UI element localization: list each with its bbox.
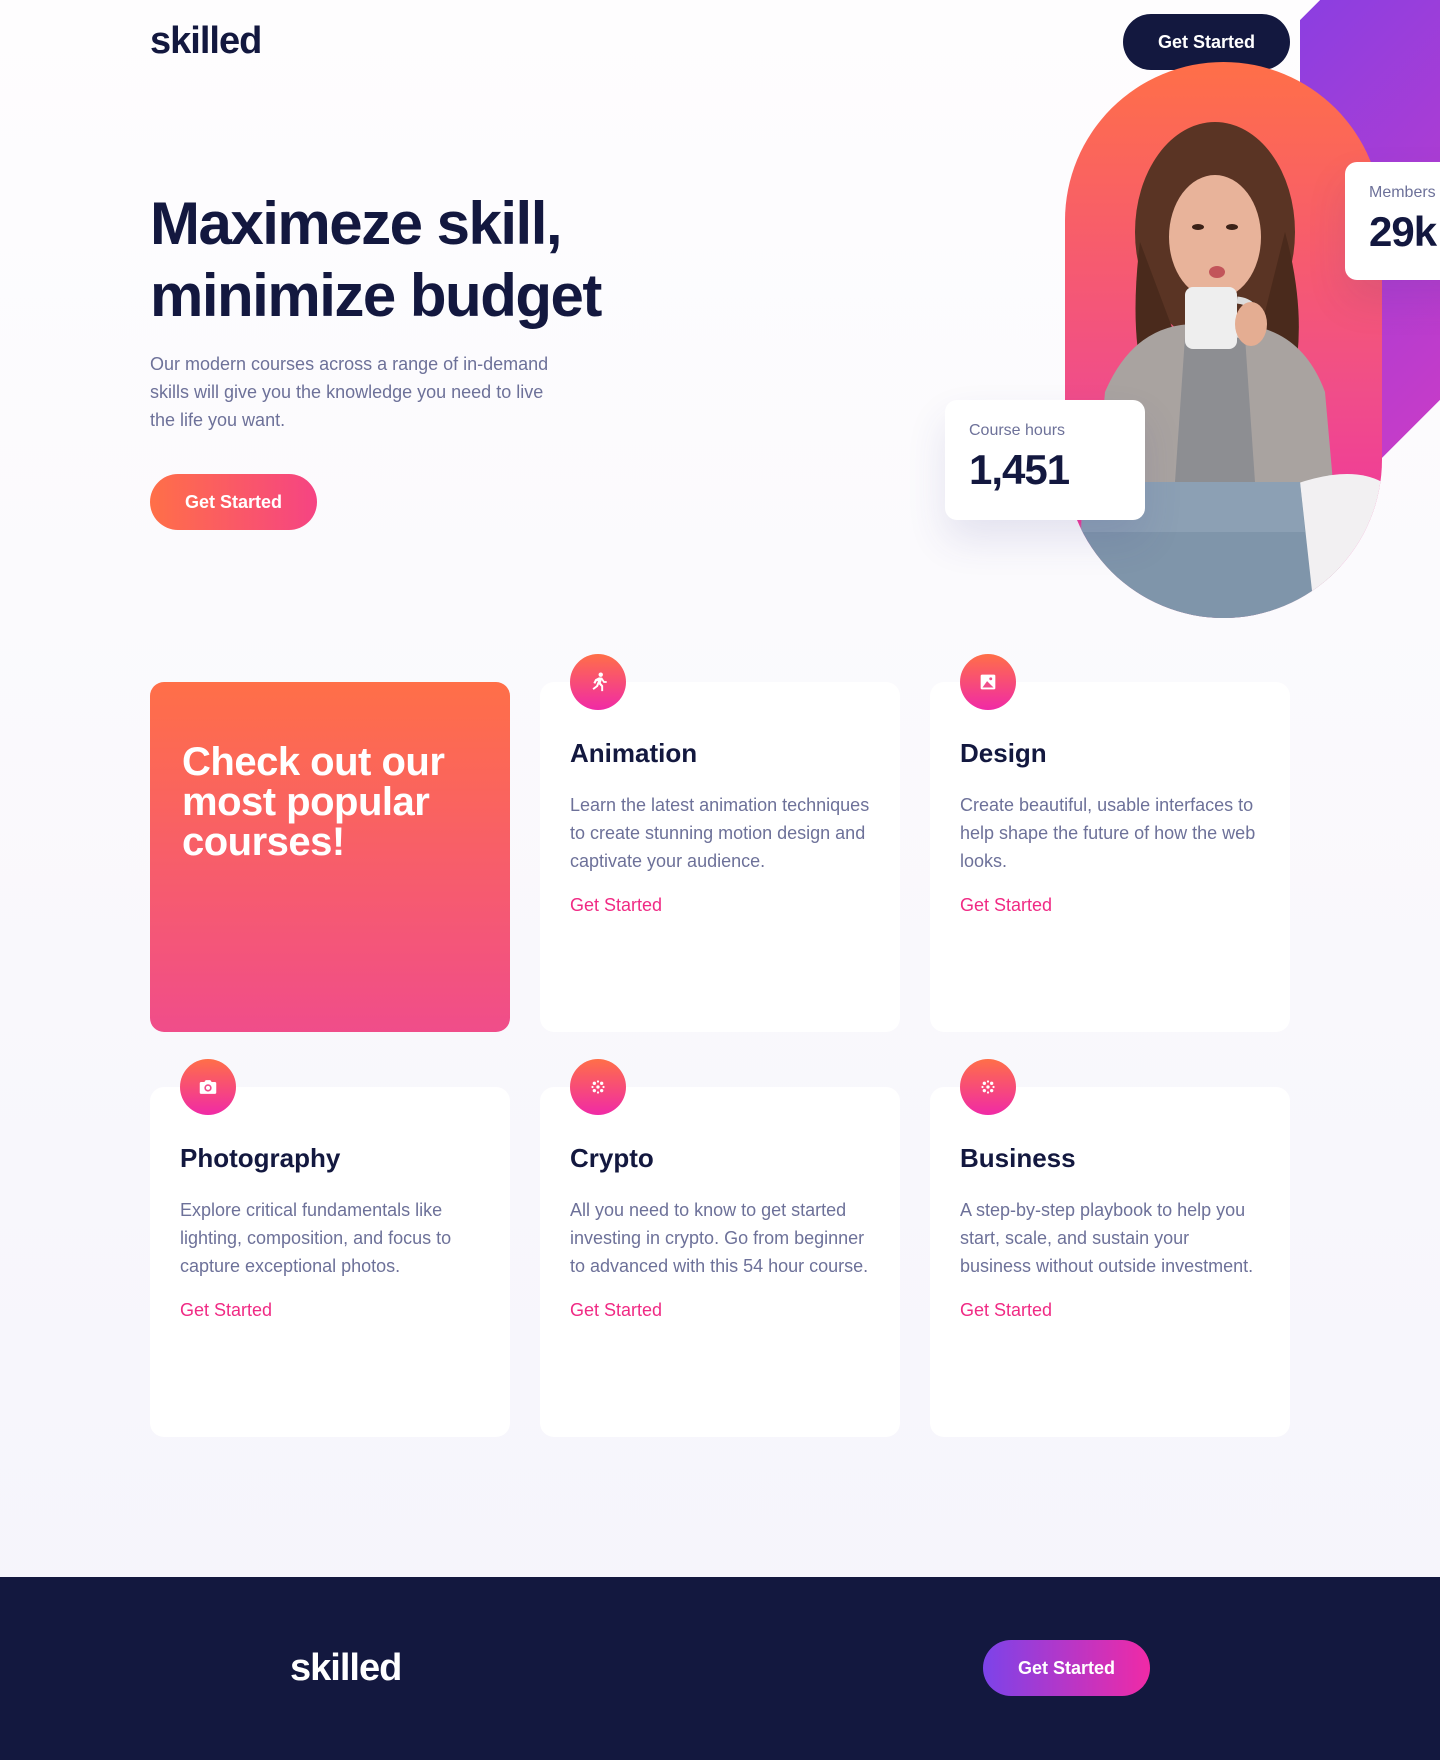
- popular-courses-feature-card: Check out our most popular courses!: [150, 682, 510, 1032]
- woman-drinking-coffee-image: [1075, 122, 1382, 618]
- hero-subtitle: Our modern courses across a range of in-…: [150, 354, 549, 430]
- course-get-started-link[interactable]: Get Started: [180, 1300, 272, 1320]
- camera-icon: [180, 1059, 236, 1115]
- popular-courses-heading: Check out our most popular courses!: [182, 740, 445, 864]
- course-title: Design: [960, 738, 1047, 768]
- course-card-animation: Animation Learn the latest animation tec…: [540, 654, 900, 1032]
- hero-title: Maximeze skill, minimize budget: [150, 188, 670, 332]
- footer-logo[interactable]: skilled: [290, 1647, 402, 1690]
- course-card-business: Business A step-by-step playbook to help…: [930, 1059, 1290, 1437]
- course-hours-stat-card: Course hours 1,451: [945, 400, 1145, 520]
- course-card-design: Design Create beautiful, usable interfac…: [930, 654, 1290, 1032]
- course-title: Animation: [570, 738, 698, 768]
- hero-image-frame: [1065, 62, 1382, 618]
- course-description: All you need to know to get started inve…: [570, 1200, 869, 1276]
- image-icon: [960, 654, 1016, 710]
- course-get-started-link[interactable]: Get Started: [960, 1300, 1052, 1320]
- course-get-started-link[interactable]: Get Started: [960, 895, 1052, 915]
- hero-get-started-button[interactable]: Get Started: [150, 474, 317, 530]
- course-get-started-link[interactable]: Get Started: [570, 895, 662, 915]
- course-title: Business: [960, 1143, 1076, 1173]
- business-dots-icon: [960, 1059, 1016, 1115]
- course-description: Create beautiful, usable interfaces to h…: [960, 795, 1256, 871]
- course-get-started-link[interactable]: Get Started: [570, 1300, 662, 1320]
- landing-page: skilled Get Started Maximeze skill, mini…: [0, 0, 1440, 1760]
- course-description: Learn the latest animation techniques to…: [570, 795, 870, 871]
- members-stat-label: Members: [1369, 184, 1436, 201]
- crypto-dots-icon: [570, 1059, 626, 1115]
- hero-title-line2: minimize budget: [150, 262, 602, 329]
- site-footer: skilled Get Started: [0, 1577, 1440, 1760]
- site-logo[interactable]: skilled: [150, 20, 262, 63]
- course-description: Explore critical fundamentals like light…: [180, 1200, 452, 1276]
- members-stat-card: Members 29k: [1345, 162, 1440, 280]
- running-figure-icon: [570, 654, 626, 710]
- course-title: Photography: [180, 1143, 341, 1173]
- course-title: Crypto: [570, 1143, 654, 1173]
- course-hours-stat-value: 1,451: [969, 446, 1070, 493]
- course-description: A step-by-step playbook to help you star…: [960, 1200, 1254, 1276]
- members-stat-value: 29k: [1369, 208, 1437, 255]
- course-card-photography: Photography Explore critical fundamental…: [150, 1059, 510, 1437]
- course-hours-stat-label: Course hours: [969, 422, 1066, 439]
- course-card-crypto: Crypto All you need to know to get start…: [540, 1059, 900, 1437]
- footer-get-started-button[interactable]: Get Started: [983, 1640, 1150, 1696]
- hero-title-line1: Maximeze skill,: [150, 190, 563, 257]
